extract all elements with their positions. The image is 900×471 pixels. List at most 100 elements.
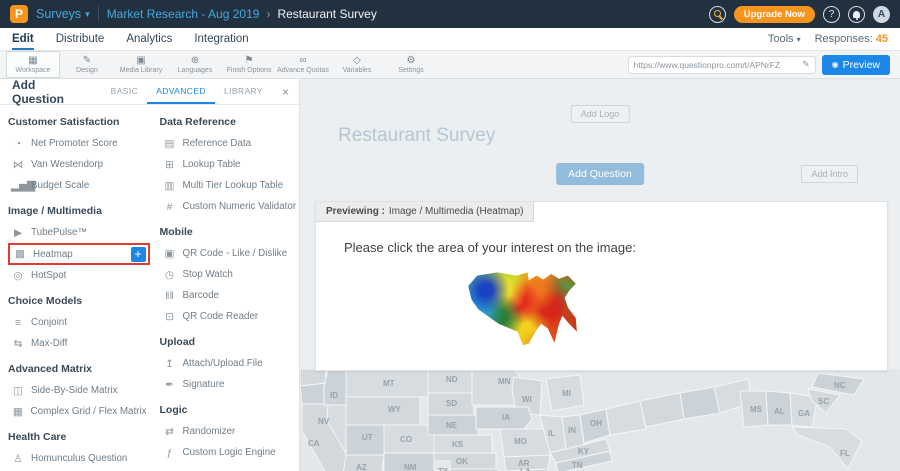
toolbar-item-media-library[interactable]: ▣Media Library (114, 51, 168, 78)
breadcrumb-separator-icon: › (266, 7, 270, 21)
question-type-label: Custom Logic Engine (183, 447, 276, 458)
question-type-net-promoter-score[interactable]: ◔Net Promoter Score (8, 133, 150, 154)
toolbar-item-finish-options[interactable]: ⚑Finish Options (222, 51, 276, 78)
survey-title: Restaurant Survey (338, 125, 495, 147)
edit-url-icon[interactable]: ✎ (802, 59, 810, 70)
question-type-tubepulse[interactable]: ▶TubePulse™ (8, 222, 150, 243)
panel-column-1: Customer Satisfaction◔Net Promoter Score… (8, 107, 150, 471)
tab-integration[interactable]: Integration (194, 28, 248, 50)
add-heatmap-button[interactable]: + (131, 247, 146, 262)
complex-grid-icon: ▦ (11, 406, 25, 418)
toolbar-item-languages[interactable]: ⊕Languages (168, 51, 222, 78)
toolbar-item-variables[interactable]: ◇Variables (330, 51, 384, 78)
panel-title: Add Question (0, 79, 102, 104)
breadcrumb-parent-link[interactable]: Market Research - Aug 2019 (107, 7, 260, 21)
tab-analytics[interactable]: Analytics (126, 28, 172, 50)
lookup-table-icon: ⊞ (163, 159, 177, 171)
question-type-custom-logic-engine[interactable]: ƒCustom Logic Engine (160, 442, 300, 463)
question-type-multi-tier-lookup-table[interactable]: ▥Multi Tier Lookup Table (160, 175, 300, 196)
heatmap-usa-image[interactable] (466, 266, 578, 346)
tubepulse-icon: ▶ (11, 227, 25, 239)
panel-tab-advanced[interactable]: ADVANCED (147, 79, 215, 104)
avatar[interactable]: A (873, 6, 890, 23)
add-intro-button[interactable]: Add Intro (801, 165, 858, 183)
questionpro-logo[interactable]: P (10, 5, 28, 23)
question-type-conjoint[interactable]: ≡Conjoint (8, 312, 150, 333)
question-type-lookup-table[interactable]: ⊞ Lookup Table (160, 154, 300, 175)
toolbar-item-settings[interactable]: ⚙Settings (384, 51, 438, 78)
question-type-heatmap[interactable]: ▩Heatmap+ (8, 243, 150, 265)
question-type-reference-data[interactable]: ▤Reference Data (160, 133, 300, 154)
add-question-button[interactable]: Add Question (556, 163, 644, 185)
question-type-label: Attach/Upload File (183, 358, 263, 369)
question-type-homunculus-question[interactable]: ♙ Homunculus Question (8, 448, 150, 469)
question-type-budget-scale[interactable]: ▂▅▇Budget Scale (8, 175, 150, 196)
panel-tabs: BASICADVANCEDLIBRARY (102, 79, 272, 104)
us-map: MTNDMNWIMIIDWYSDIANVNEUTCOKSMOCAOKARAZNM… (300, 369, 900, 471)
upgrade-now-button[interactable]: Upgrade Now (734, 6, 815, 23)
survey-url-value: https://www.questionpro.com/t/APNrFZ (634, 60, 780, 70)
map-state-label-co: CO (400, 435, 412, 444)
section-data-reference: Data Reference▤Reference Data⊞Lookup Tab… (160, 116, 300, 217)
budget-scale-icon: ▂▅▇ (11, 180, 25, 192)
previewing-tab-prefix: Previewing : (326, 206, 385, 217)
question-type-barcode[interactable]: ‖‖Barcode (160, 285, 300, 306)
preview-button[interactable]: ◉ Preview (822, 55, 890, 75)
search-icon[interactable] (709, 6, 726, 23)
question-type-max-diff[interactable]: ⇆Max-Diff (8, 333, 150, 354)
map-state-label-ga: GA (798, 409, 810, 418)
previewing-tab: Previewing : Image / Multimedia (Heatmap… (316, 202, 534, 222)
tab-edit[interactable]: Edit (12, 28, 34, 50)
variables-icon: ◇ (353, 56, 361, 66)
question-type-qr-code-like-dislike[interactable]: ▣QR Code - Like / Dislike (160, 243, 300, 264)
section-logic: Logic⇄RandomizerƒCustom Logic Engine (160, 404, 300, 463)
randomizer-icon: ⇄ (163, 426, 177, 438)
toolbar-item-label: Finish Options (227, 67, 272, 74)
question-type-van-westendorp[interactable]: ⋈Van Westendorp (8, 154, 150, 175)
question-type-attach-upload-file[interactable]: ↥Attach/Upload File (160, 353, 300, 374)
question-type-custom-numeric-validator[interactable]: #Custom Numeric Validator (160, 196, 300, 217)
close-panel-button[interactable]: × (272, 79, 299, 104)
toolbar-item-advance-quotas[interactable]: ∞Advance Quotas (276, 51, 330, 78)
toolbar-item-label: Settings (398, 67, 423, 74)
tools-menu[interactable]: Tools ▾ (768, 33, 801, 45)
question-type-complex-grid-flex-matrix[interactable]: ▦Complex Grid / Flex Matrix (8, 401, 150, 422)
question-type-label: Homunculus Question (31, 453, 127, 464)
nav-tabs: Edit Distribute Analytics Integration (12, 28, 249, 50)
notifications-button[interactable] (848, 6, 865, 23)
map-state-label-nm: NM (404, 463, 416, 471)
design-icon: ✎ (83, 56, 91, 66)
tab-distribute[interactable]: Distribute (56, 28, 105, 50)
add-logo-button[interactable]: Add Logo (571, 105, 630, 123)
toolbar-item-workspace[interactable]: ▦Workspace (6, 51, 60, 78)
question-type-stop-watch[interactable]: ◷Stop Watch (160, 264, 300, 285)
content-area: Add Question BASICADVANCEDLIBRARY × Cust… (0, 79, 900, 471)
panel-tab-library[interactable]: LIBRARY (215, 79, 272, 104)
hotspot-icon: ◎ (11, 270, 25, 282)
heatmap-icon: ▩ (13, 248, 27, 260)
previewing-tab-value: Image / Multimedia (Heatmap) (389, 206, 524, 217)
map-state-label-wy: WY (388, 405, 401, 414)
map-state-label-nv: NV (318, 417, 329, 426)
question-type-side-by-side-matrix[interactable]: ◫Side-By-Side Matrix (8, 380, 150, 401)
question-type-qr-code-reader[interactable]: ⊡QR Code Reader (160, 306, 300, 327)
question-type-label: Van Westendorp (31, 159, 103, 170)
question-type-hotspot[interactable]: ◎HotSpot (8, 265, 150, 286)
homunculus-icon: ♙ (11, 453, 25, 465)
map-state-label-ia: IA (502, 413, 510, 422)
question-type-signature[interactable]: ✒Signature (160, 374, 300, 395)
question-type-randomizer[interactable]: ⇄Randomizer (160, 421, 300, 442)
question-type-label: Lookup Table (183, 159, 241, 170)
topbar: P Surveys ▾ Market Research - Aug 2019 ›… (0, 0, 900, 28)
panel-body: Customer Satisfaction◔Net Promoter Score… (0, 105, 299, 471)
toolbar-item-design[interactable]: ✎Design (60, 51, 114, 78)
map-state-label-la: LA (520, 467, 531, 471)
survey-url-field[interactable]: https://www.questionpro.com/t/APNrFZ ✎ (628, 56, 816, 74)
responses-label: Responses: (815, 33, 873, 45)
section-image-multimedia: Image / Multimedia▶TubePulse™▩Heatmap+◎H… (8, 205, 150, 286)
surveys-menu[interactable]: Surveys ▾ (36, 7, 90, 21)
panel-tab-basic[interactable]: BASIC (102, 79, 148, 104)
responses-indicator[interactable]: Responses: 45 (815, 33, 888, 45)
help-button[interactable]: ? (823, 6, 840, 23)
survey-toolbar: ▦Workspace✎Design▣Media Library⊕Language… (0, 51, 900, 79)
